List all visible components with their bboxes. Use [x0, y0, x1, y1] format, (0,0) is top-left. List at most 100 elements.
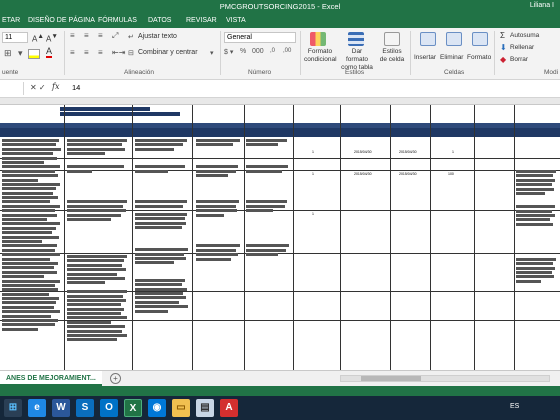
format-table-icon[interactable]: [348, 32, 364, 46]
gridline: [340, 105, 341, 370]
cell-value[interactable]: 100: [448, 172, 454, 176]
align-center-icon[interactable]: ≡: [84, 48, 89, 57]
excel-icon[interactable]: X: [124, 399, 142, 417]
start-icon[interactable]: ⊞: [4, 399, 22, 417]
decrease-font-icon[interactable]: A▼: [46, 33, 58, 44]
wrap-text-button[interactable]: Ajustar texto: [138, 33, 177, 40]
cell-value[interactable]: 2015/04/30: [354, 172, 372, 176]
clear-button[interactable]: Borrar: [510, 56, 528, 63]
cell-text-block[interactable]: [135, 213, 190, 363]
gridline: [244, 105, 245, 370]
cell-value[interactable]: 1: [312, 172, 314, 176]
align-left-icon[interactable]: ≡: [70, 48, 75, 57]
cancel-icon[interactable]: ✕ ✓: [30, 83, 46, 92]
number-format-select[interactable]: General: [224, 32, 296, 43]
orientation-icon[interactable]: ⤢: [112, 31, 118, 41]
cell-value[interactable]: 1: [312, 212, 314, 216]
gridline: [293, 105, 294, 370]
tab-revisar[interactable]: REVISAR: [186, 17, 217, 24]
word-icon[interactable]: W: [52, 399, 70, 417]
ribbon: 11 A▲ A▼ ⊞ ▾ A uente ≡ ≡ ≡ ⤢ ↵ Ajustar t…: [0, 28, 560, 80]
cell-text-block[interactable]: [516, 170, 558, 360]
delete-button[interactable]: Eliminar: [440, 54, 463, 61]
fill-button[interactable]: Rellenar: [510, 44, 534, 51]
cell-text-block[interactable]: [196, 139, 242, 364]
cells-group-label: Celdas: [444, 69, 465, 76]
cell-text-block[interactable]: [2, 139, 62, 369]
cell-styles-button[interactable]: Estilos de celda: [378, 48, 406, 64]
user-name[interactable]: Liliana I: [530, 2, 554, 9]
comma-icon[interactable]: 000: [252, 48, 264, 55]
cell-text-block[interactable]: [135, 139, 190, 219]
autosum-button[interactable]: Autosuma: [510, 32, 539, 39]
explorer-icon[interactable]: ▤: [196, 399, 214, 417]
font-group-label: uente: [2, 69, 19, 76]
align-top-icon[interactable]: ≡: [70, 31, 75, 40]
column-headers[interactable]: [0, 98, 560, 105]
font-color-icon[interactable]: A: [46, 47, 53, 58]
fill-color-icon[interactable]: [28, 49, 40, 59]
tab-datos[interactable]: DATOS: [148, 17, 171, 24]
borders-icon[interactable]: ⊞: [4, 48, 12, 59]
insert-icon[interactable]: [420, 32, 436, 46]
cell-value[interactable]: 1: [452, 150, 454, 154]
pdf-icon[interactable]: A: [220, 399, 238, 417]
merge-dropdown-icon[interactable]: ▾: [210, 49, 214, 57]
tab-diseno-pagina[interactable]: DISEÑO DE PÁGINA: [28, 17, 95, 24]
cell-text-block[interactable]: [246, 139, 291, 364]
name-box[interactable]: [0, 82, 24, 95]
merge-center-button[interactable]: Combinar y centrar: [138, 49, 198, 56]
fill-icon[interactable]: ⬇: [500, 43, 507, 52]
tab-formulas[interactable]: FÓRMULAS: [98, 17, 137, 24]
delete-icon[interactable]: [446, 32, 462, 46]
cell-text-block[interactable]: [67, 255, 130, 365]
tab-insertar[interactable]: ETAR: [2, 17, 20, 24]
cell-text-block[interactable]: [67, 139, 130, 239]
gridline: [64, 105, 65, 370]
ie-icon[interactable]: e: [28, 399, 46, 417]
skype-icon[interactable]: S: [76, 399, 94, 417]
add-sheet-button[interactable]: +: [110, 373, 121, 384]
autosum-icon[interactable]: Σ: [500, 31, 505, 40]
scrollbar-thumb[interactable]: [361, 376, 421, 381]
cell-value[interactable]: 1: [312, 150, 314, 154]
user-icon[interactable]: ◉: [148, 399, 166, 417]
formula-bar: ✕ ✓ fx 14: [0, 80, 560, 98]
clear-icon[interactable]: ◆: [500, 55, 506, 64]
insert-button[interactable]: Insertar: [414, 54, 436, 61]
format-button[interactable]: Formato: [467, 54, 491, 61]
folder-icon[interactable]: ▭: [172, 399, 190, 417]
wrap-text-icon[interactable]: ↵: [128, 33, 134, 41]
decrease-decimal-icon[interactable]: ,00: [283, 48, 291, 54]
sheet-tab-active[interactable]: ANES DE MEJORAMIENT...: [0, 371, 102, 386]
merge-icon[interactable]: ⊟: [128, 49, 134, 57]
divider: [410, 31, 411, 75]
conditional-format-icon[interactable]: [310, 32, 326, 46]
spreadsheet-grid[interactable]: 1 2015/04/30 2015/04/30 1 1 1 2015/04/30…: [0, 98, 560, 370]
increase-font-icon[interactable]: A▲: [32, 33, 44, 44]
format-icon[interactable]: [472, 32, 488, 46]
outlook-icon[interactable]: O: [100, 399, 118, 417]
formula-input[interactable]: 14: [72, 83, 80, 92]
cell-value[interactable]: 2015/04/30: [354, 150, 372, 154]
tab-vista[interactable]: VISTA: [226, 17, 246, 24]
fx-icon[interactable]: fx: [52, 82, 59, 91]
language-indicator[interactable]: ES: [510, 403, 519, 410]
align-bottom-icon[interactable]: ≡: [98, 31, 103, 40]
horizontal-scrollbar[interactable]: [340, 375, 550, 382]
dropdown-icon[interactable]: ▾: [18, 48, 23, 59]
cell-value[interactable]: 2015/04/30: [399, 150, 417, 154]
font-size-select[interactable]: 11: [2, 32, 28, 43]
cell-styles-icon[interactable]: [384, 32, 400, 46]
conditional-format-button[interactable]: Formato condicional: [304, 48, 337, 64]
align-middle-icon[interactable]: ≡: [84, 31, 89, 40]
indent-icon[interactable]: ⇤⇥: [112, 48, 125, 57]
gridline: [390, 105, 391, 370]
percent-icon[interactable]: %: [240, 48, 246, 55]
divider: [494, 31, 495, 75]
sheet-subtitle-band: [60, 112, 180, 116]
currency-icon[interactable]: $ ▾: [224, 48, 233, 56]
align-right-icon[interactable]: ≡: [98, 48, 103, 57]
cell-value[interactable]: 2015/04/30: [399, 172, 417, 176]
increase-decimal-icon[interactable]: ,0: [270, 48, 275, 54]
